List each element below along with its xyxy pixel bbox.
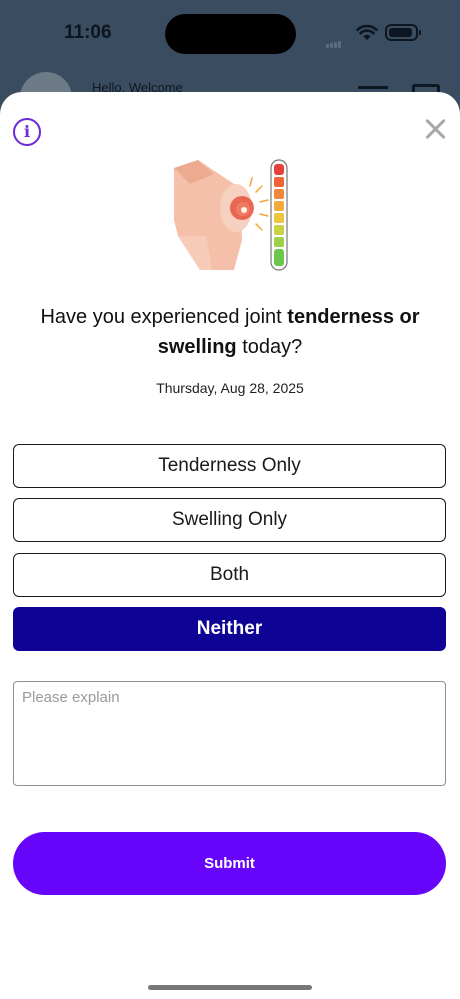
option-swelling-only[interactable]: Swelling Only [13, 498, 446, 542]
option-both[interactable]: Both [13, 553, 446, 597]
question-text: Have you experienced joint tenderness or… [20, 302, 440, 362]
submit-button[interactable]: Submit [13, 832, 446, 895]
status-time: 11:06 [64, 22, 112, 43]
knee-pain-illustration [174, 159, 288, 271]
close-icon[interactable] [422, 116, 450, 144]
symptom-check-sheet: i Have you experienced joint tenderness … [0, 92, 460, 999]
dynamic-island [165, 14, 296, 54]
explain-textarea[interactable] [13, 681, 446, 786]
wifi-icon [356, 24, 378, 46]
status-bar: 11:06 [0, 0, 460, 70]
menu-icon [358, 86, 388, 89]
option-tenderness-only[interactable]: Tenderness Only [13, 444, 446, 488]
info-icon[interactable]: i [13, 118, 41, 146]
signal-icon [326, 30, 342, 48]
option-neither[interactable]: Neither [13, 607, 446, 651]
question-prefix: Have you experienced joint [40, 306, 288, 328]
battery-icon [385, 24, 421, 41]
home-indicator [148, 985, 312, 990]
screen: 11:06 Hello, Welcome i Have you experien… [0, 0, 460, 999]
question-suffix: today? [236, 336, 303, 358]
date-label: Thursday, Aug 28, 2025 [156, 380, 304, 396]
